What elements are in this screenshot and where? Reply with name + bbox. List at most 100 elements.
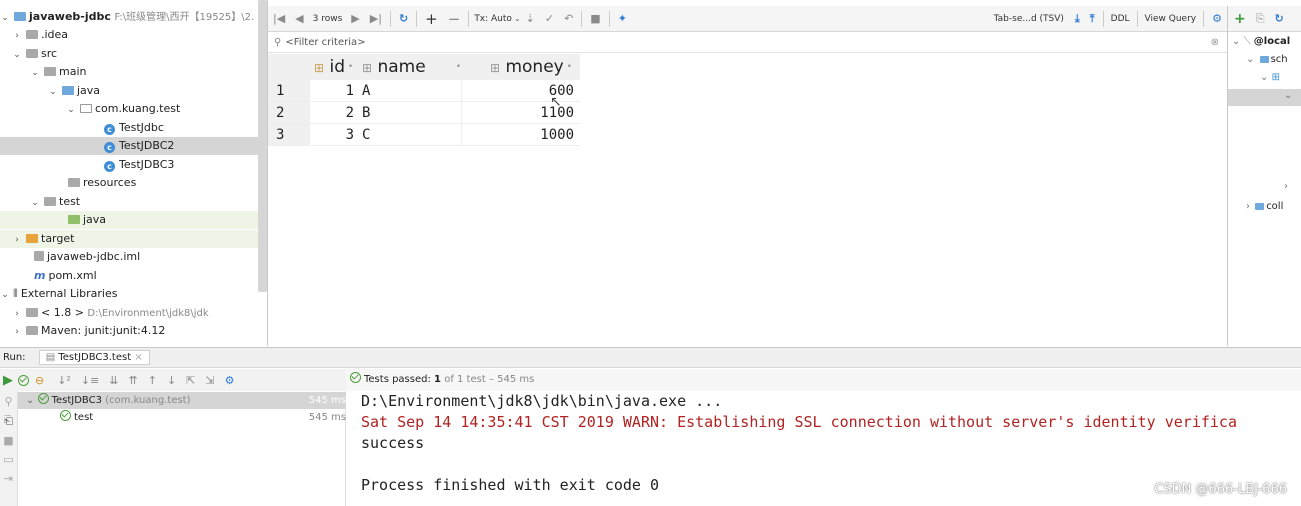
settings-icon[interactable]: ⚙ <box>225 374 235 387</box>
sort-alpha-icon[interactable]: ↓² <box>57 374 71 387</box>
chevron-down-icon[interactable]: ⌄ <box>514 14 521 23</box>
tree-item-local[interactable]: ⌄ ⟍ @local <box>1232 36 1290 47</box>
exit-icon[interactable]: ⇥ <box>0 472 17 485</box>
filter-bar[interactable]: ⚲ <Filter criteria> ⊗ <box>268 33 1227 53</box>
chevron-right-icon[interactable]: › <box>12 323 22 341</box>
tree-item-idea[interactable]: › .idea <box>0 26 267 45</box>
chevron-right-icon[interactable]: › <box>1284 181 1288 192</box>
next-test-icon[interactable]: ↓ <box>167 374 176 387</box>
column-header-money[interactable]: ⊞ money • <box>462 54 580 80</box>
tree-item-testjdbc2[interactable]: c TestJDBC2 <box>0 137 267 155</box>
tree-item-testjdbc[interactable]: c TestJdbc <box>0 119 267 137</box>
tree-item-test[interactable]: ⌄ test <box>0 193 267 212</box>
chevron-down-icon[interactable]: ⌄ <box>1246 54 1254 65</box>
column-header-name[interactable]: ⊞ name • <box>358 54 462 80</box>
upload-icon[interactable]: ⤒ <box>1090 12 1095 26</box>
row-number[interactable]: 3 <box>268 124 310 146</box>
add-datasource-icon[interactable]: + <box>1234 11 1246 27</box>
collapse-all-icon[interactable]: ⇈ <box>129 374 138 387</box>
tree-item-test-java[interactable]: java <box>0 211 267 229</box>
expand-all-icon[interactable]: ⇊ <box>109 374 118 387</box>
chevron-down-icon[interactable]: ⌄ <box>1232 36 1240 47</box>
chevron-down-icon[interactable]: ⌄ <box>66 101 76 119</box>
chevron-right-icon[interactable]: › <box>1246 201 1250 212</box>
chevron-right-icon[interactable]: › <box>12 231 22 249</box>
tree-item-java[interactable]: ⌄ java <box>0 82 267 101</box>
test-method-row[interactable]: test 545 ms <box>18 409 346 426</box>
prev-test-icon[interactable]: ↑ <box>148 374 157 387</box>
cell-name[interactable]: A <box>358 80 462 102</box>
tree-item-tables[interactable]: ⌄ ⊞ <box>1260 72 1280 83</box>
show-passed-icon[interactable] <box>18 374 29 386</box>
download-icon[interactable]: ⤓ <box>1075 12 1080 26</box>
close-icon[interactable]: × <box>134 352 142 363</box>
pin-icon[interactable]: ✦ <box>618 12 627 25</box>
chevron-down-icon[interactable]: ⌄ <box>48 83 58 101</box>
view-query-button[interactable]: View Query <box>1145 14 1197 24</box>
tree-item-src[interactable]: ⌄ src <box>0 45 267 64</box>
rerun-icon[interactable]: ▶ <box>3 373 13 388</box>
cell-id[interactable]: 1 <box>310 80 358 102</box>
tree-item-target[interactable]: › target <box>0 230 267 249</box>
cell-money[interactable]: 600 <box>462 80 580 102</box>
commit-icon[interactable]: ⇣ <box>526 12 535 25</box>
tree-item-jdk[interactable]: › < 1.8 > D:\Environment\jdk8\jdk <box>0 304 267 323</box>
show-ignored-icon[interactable]: ⊖ <box>35 374 44 387</box>
sort-duration-icon[interactable]: ↓≡ <box>81 374 99 387</box>
row-number[interactable]: 1 <box>268 80 310 102</box>
tree-item-main[interactable]: ⌄ main <box>0 63 267 82</box>
chevron-right-icon[interactable]: › <box>12 27 22 45</box>
cell-money[interactable]: 1000 <box>462 124 580 146</box>
tree-root[interactable]: ⌄ javaweb-jdbc F:\班级管理\西开【19525】\2. <box>0 8 267 27</box>
chevron-down-icon[interactable]: ⌄ <box>0 9 10 27</box>
chevron-down-icon[interactable]: ⌄ <box>30 194 40 212</box>
pin-icon[interactable]: ⚲ <box>0 395 17 408</box>
refresh-icon[interactable]: ↻ <box>1275 12 1284 25</box>
tx-mode-dropdown[interactable]: Tx: Auto <box>474 14 512 24</box>
dump-threads-icon[interactable]: ⎗ <box>0 414 17 428</box>
cell-name[interactable]: B <box>358 102 462 124</box>
tree-item-collations[interactable]: › coll <box>1246 201 1283 212</box>
chevron-down-icon[interactable]: ⌄ <box>30 64 40 82</box>
first-page-icon[interactable]: |◀ <box>273 12 285 25</box>
stop-icon[interactable]: ■ <box>590 12 600 25</box>
chevron-down-icon[interactable]: ⌄ <box>1260 72 1268 83</box>
settings-icon[interactable]: ⚙ <box>1212 12 1222 25</box>
delete-row-icon[interactable]: − <box>448 10 461 28</box>
test-class-row[interactable]: ⌄ TestJDBC3 (com.kuang.test) 545 ms <box>18 392 346 409</box>
run-tab[interactable]: ▤ TestJDBC3.test × <box>38 350 150 365</box>
layout-icon[interactable]: ▭ <box>0 453 17 466</box>
copy-icon[interactable]: ⎘ <box>1256 12 1265 26</box>
filter-input[interactable]: <Filter criteria> <box>285 37 365 48</box>
check-icon[interactable]: ✓ <box>545 12 554 25</box>
ddl-button[interactable]: DDL <box>1111 14 1130 24</box>
chevron-down-icon[interactable]: ⌄ <box>12 46 22 64</box>
chevron-down-icon[interactable]: ⌄ <box>26 395 34 406</box>
export-icon[interactable]: ⇱ <box>186 374 195 387</box>
tree-item-resources[interactable]: resources <box>0 174 267 192</box>
clear-icon[interactable]: ⊗ <box>1211 33 1219 53</box>
tree-item-external-libraries[interactable]: ⌄ ⦀ External Libraries <box>0 285 267 304</box>
add-row-icon[interactable]: + <box>425 10 438 28</box>
cell-id[interactable]: 3 <box>310 124 358 146</box>
project-tree[interactable]: ⌄ javaweb-jdbc F:\班级管理\西开【19525】\2. › .ide… <box>0 0 268 346</box>
prev-page-icon[interactable]: ◀ <box>295 12 303 25</box>
row-number[interactable]: 2 <box>268 102 310 124</box>
tree-item-junit[interactable]: › Maven: junit:junit:4.12 <box>0 322 267 341</box>
import-icon[interactable]: ⇲ <box>205 374 214 387</box>
next-page-icon[interactable]: ▶ <box>351 12 359 25</box>
cell-name[interactable]: C <box>358 124 462 146</box>
cell-id[interactable]: 2 <box>310 102 358 124</box>
stop-icon[interactable]: ■ <box>0 434 17 447</box>
chevron-down-icon[interactable]: ⌄ <box>0 286 10 304</box>
last-page-icon[interactable]: ▶| <box>370 12 382 25</box>
chevron-right-icon[interactable]: › <box>12 305 22 323</box>
cell-money[interactable]: 1100 <box>462 102 580 124</box>
rollback-icon[interactable]: ↶ <box>564 12 573 25</box>
chevron-down-icon[interactable]: ⌄ <box>1284 90 1292 101</box>
refresh-icon[interactable]: ↻ <box>399 12 408 25</box>
export-format-dropdown[interactable]: Tab-se...d (TSV) <box>994 14 1064 24</box>
tree-item-pom[interactable]: m pom.xml <box>0 267 267 285</box>
selected-row[interactable]: ⌄ <box>1228 89 1301 106</box>
tree-scrollbar[interactable] <box>258 0 267 292</box>
